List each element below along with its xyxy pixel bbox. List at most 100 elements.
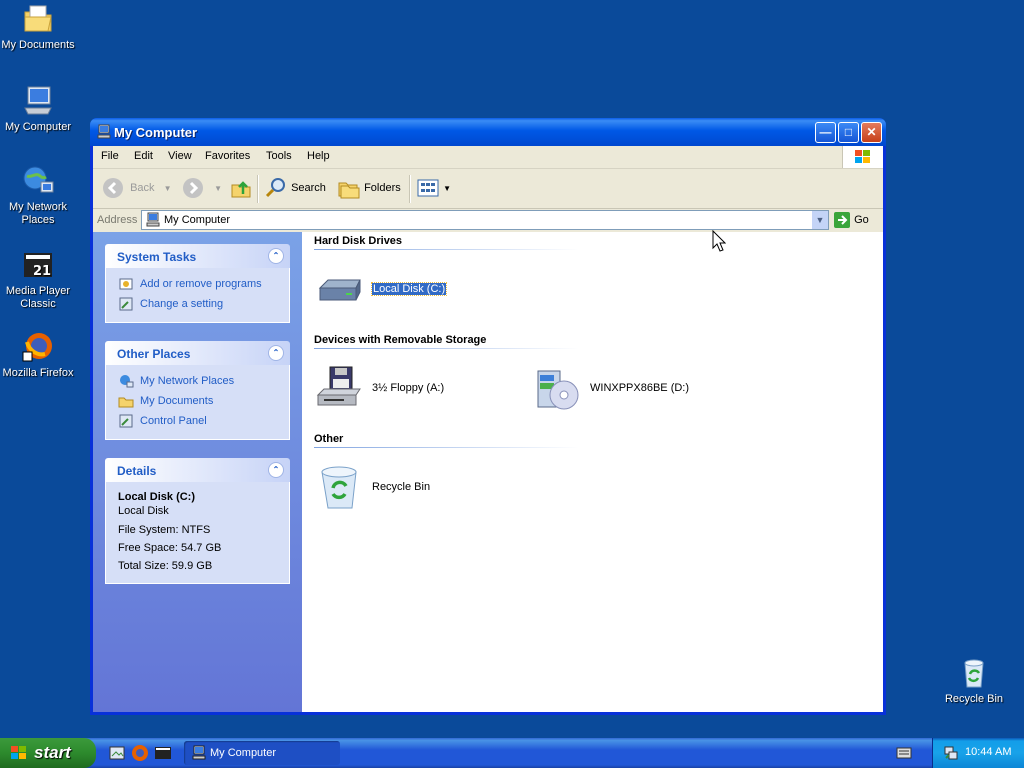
details-total-size: Total Size: 59.9 GB (118, 560, 213, 572)
windows-logo-icon (842, 146, 883, 168)
desktop-icon-my-documents[interactable]: My Documents (0, 2, 76, 52)
link-label: Add or remove programs (140, 278, 262, 290)
address-label: Address (97, 214, 138, 226)
back-button[interactable]: Back ▼ (101, 176, 172, 200)
system-tasks-header[interactable]: System Tasks ⌃ (105, 244, 290, 268)
change-setting-link[interactable]: Change a setting (106, 294, 289, 314)
svg-text:21: 21 (33, 264, 51, 279)
close-button[interactable]: ✕ (861, 122, 882, 143)
folder-icon (118, 397, 134, 408)
link-label: My Documents (140, 395, 214, 407)
collapse-icon[interactable]: ⌃ (268, 248, 284, 264)
clock[interactable]: 10:44 AM (965, 746, 1011, 758)
show-desktop-icon[interactable] (108, 744, 126, 762)
views-icon (417, 179, 439, 197)
taskbar-item-label: My Computer (210, 747, 277, 759)
my-documents-link[interactable]: My Documents (106, 391, 289, 411)
maximize-icon: □ (844, 125, 853, 139)
search-button[interactable]: Search (264, 176, 326, 200)
control-panel-icon (119, 297, 133, 311)
address-value: My Computer (164, 214, 231, 226)
desktop-icon-label: My Network Places (8, 201, 68, 226)
back-arrow-icon (103, 178, 123, 199)
add-remove-programs-icon (119, 278, 133, 290)
firefox-icon (21, 330, 55, 364)
details-type: Local Disk (118, 505, 169, 517)
collapse-icon[interactable]: ⌃ (268, 345, 284, 361)
start-label: start (34, 743, 71, 762)
menu-tools[interactable]: Tools (266, 150, 292, 162)
network-connection-icon[interactable] (943, 745, 959, 761)
menu-file[interactable]: File (101, 150, 119, 162)
details-panel: Details ⌃ Local Disk (C:) Local Disk Fil… (105, 458, 290, 584)
my-computer-window: My Computer — □ ✕ File Edit View Favorit… (90, 118, 886, 715)
details-body: Local Disk (C:) Local Disk File System: … (105, 482, 290, 584)
windows-logo-icon (11, 746, 26, 759)
control-panel-icon (119, 414, 133, 428)
keyboard-icon[interactable] (896, 746, 912, 760)
system-tasks-panel: System Tasks ⌃ Add or remove programs Ch… (105, 244, 290, 323)
details-file-system: File System: NTFS (118, 524, 211, 536)
maximize-button[interactable]: □ (838, 122, 859, 143)
collapse-icon[interactable]: ⌃ (268, 462, 284, 478)
menu-edit[interactable]: Edit (134, 150, 153, 162)
desktop-icon-recycle-bin[interactable]: Recycle Bin (936, 656, 1012, 706)
other-places-body: My Network Places My Documents Control P… (105, 365, 290, 440)
item-label: Recycle Bin (372, 481, 431, 493)
start-button[interactable]: start (0, 738, 96, 768)
link-label: Control Panel (140, 415, 207, 427)
folders-button[interactable]: Folders (337, 176, 401, 200)
desktop-icon-label: Mozilla Firefox (2, 367, 74, 379)
media-player-icon[interactable] (154, 744, 172, 762)
folder-icon (21, 2, 55, 36)
computer-icon (96, 124, 112, 140)
search-icon (265, 178, 285, 198)
menu-help[interactable]: Help (307, 150, 330, 162)
taskbar-item-my-computer[interactable]: My Computer (184, 741, 340, 765)
cd-drive-icon (537, 370, 579, 410)
desktop-icon-label: Recycle Bin (944, 693, 1004, 705)
desktop-icon-mozilla-firefox[interactable]: Mozilla Firefox (0, 330, 76, 380)
forward-button[interactable]: ▼ (181, 176, 222, 200)
computer-icon (146, 212, 160, 227)
go-button[interactable]: Go (833, 211, 869, 229)
address-dropdown-button[interactable]: ▼ (812, 211, 828, 229)
link-label: Change a setting (140, 298, 224, 310)
recycle-bin-icon (321, 466, 357, 509)
minimize-button[interactable]: — (815, 122, 836, 143)
group-header-other: Other (314, 433, 578, 448)
other-places-header[interactable]: Other Places ⌃ (105, 341, 290, 365)
details-header[interactable]: Details ⌃ (105, 458, 290, 482)
up-button[interactable] (229, 176, 253, 200)
floppy-drive-icon (316, 366, 361, 406)
system-tray: 10:44 AM (932, 738, 1024, 768)
forward-arrow-icon (183, 178, 203, 199)
other-places-panel: Other Places ⌃ My Network Places My Docu… (105, 341, 290, 440)
menu-favorites[interactable]: Favorites (205, 150, 250, 162)
views-button[interactable]: ▼ (416, 176, 451, 200)
desktop-icon-my-network-places[interactable]: My Network Places (0, 164, 76, 227)
desktop-icon-label: Media Player Classic (5, 285, 71, 310)
folders-icon (338, 182, 360, 199)
task-pane: System Tasks ⌃ Add or remove programs Ch… (93, 232, 302, 712)
menu-view[interactable]: View (168, 150, 192, 162)
folders-label: Folders (364, 182, 401, 194)
firefox-icon[interactable] (131, 744, 149, 762)
close-icon: ✕ (866, 125, 877, 139)
content-area: System Tasks ⌃ Add or remove programs Ch… (93, 232, 883, 712)
control-panel-link[interactable]: Control Panel (106, 411, 289, 431)
drive-label: WINXPPX86BE (D:) (590, 382, 690, 394)
window-client: File Edit View Favorites Tools Help Back… (93, 146, 883, 712)
computer-icon (21, 84, 55, 118)
desktop-icon-my-computer[interactable]: My Computer (0, 84, 76, 134)
system-tasks-title: System Tasks (117, 250, 197, 264)
my-network-places-link[interactable]: My Network Places (106, 371, 289, 391)
title-bar[interactable]: My Computer — □ ✕ (90, 118, 886, 146)
desktop-icon-media-player-classic[interactable]: 21 Media Player Classic (0, 248, 76, 311)
address-input[interactable]: My Computer ▼ (141, 210, 829, 230)
standard-toolbar: Back ▼ ▼ Search Folders ▼ (93, 169, 883, 209)
file-view: Hard Disk Drives Local Disk (C:) Devices… (302, 232, 883, 712)
desktop-icon-label: My Computer (4, 121, 72, 133)
toolbar-separator (257, 175, 259, 203)
add-remove-programs-link[interactable]: Add or remove programs (106, 274, 289, 294)
